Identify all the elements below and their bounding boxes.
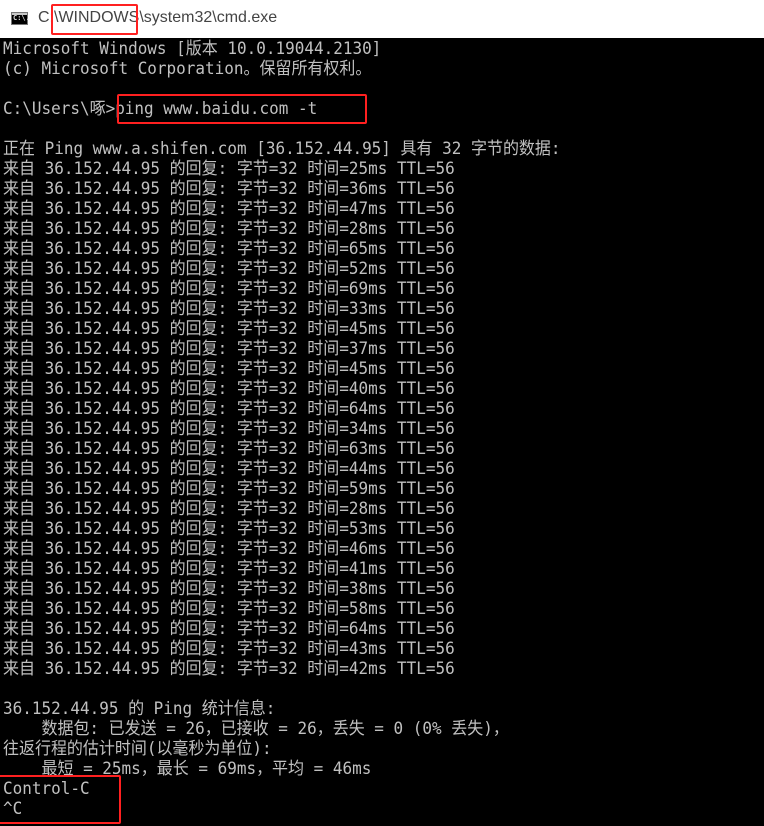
console-line: 来自 36.152.44.95 的回复: 字节=32 时间=64ms TTL=5… [3,399,455,419]
console-line: 来自 36.152.44.95 的回复: 字节=32 时间=25ms TTL=5… [3,159,455,179]
console-line: 来自 36.152.44.95 的回复: 字节=32 时间=36ms TTL=5… [3,179,455,199]
terminal-output[interactable]: Microsoft Windows [版本 10.0.19044.2130] (c… [0,38,764,826]
console-line: 来自 36.152.44.95 的回复: 字节=32 时间=59ms TTL=5… [3,479,455,499]
console-line: 数据包: 已发送 = 26，已接收 = 26，丢失 = 0 (0% 丢失)， [3,719,509,739]
console-line: 来自 36.152.44.95 的回复: 字节=32 时间=46ms TTL=5… [3,539,455,559]
command-highlight-box [117,94,367,124]
console-line: 来自 36.152.44.95 的回复: 字节=32 时间=45ms TTL=5… [3,359,455,379]
console-line: 来自 36.152.44.95 的回复: 字节=32 时间=28ms TTL=5… [3,219,455,239]
title-highlight-box [51,4,138,35]
console-line: 来自 36.152.44.95 的回复: 字节=32 时间=34ms TTL=5… [3,419,455,439]
console-line: 正在 Ping www.a.shifen.com [36.152.44.95] … [3,139,561,159]
console-line: Microsoft Windows [版本 10.0.19044.2130] [3,39,382,59]
console-line: 往返行程的估计时间(以毫秒为单位): [3,739,272,759]
console-line: 来自 36.152.44.95 的回复: 字节=32 时间=53ms TTL=5… [3,519,455,539]
title-bar[interactable]: C:\. C:\WINDOWS\system32\cmd.exe [0,0,764,38]
console-line: 来自 36.152.44.95 的回复: 字节=32 时间=37ms TTL=5… [3,339,455,359]
console-line: 来自 36.152.44.95 的回复: 字节=32 时间=33ms TTL=5… [3,299,455,319]
console-line: 来自 36.152.44.95 的回复: 字节=32 时间=65ms TTL=5… [3,239,455,259]
console-line: 来自 36.152.44.95 的回复: 字节=32 时间=47ms TTL=5… [3,199,455,219]
console-line: 来自 36.152.44.95 的回复: 字节=32 时间=64ms TTL=5… [3,619,455,639]
control-c-highlight-box [0,775,121,824]
console-line: 来自 36.152.44.95 的回复: 字节=32 时间=38ms TTL=5… [3,579,455,599]
console-line: 来自 36.152.44.95 的回复: 字节=32 时间=58ms TTL=5… [3,599,455,619]
console-line: 来自 36.152.44.95 的回复: 字节=32 时间=45ms TTL=5… [3,319,455,339]
console-line: 来自 36.152.44.95 的回复: 字节=32 时间=28ms TTL=5… [3,499,455,519]
console-line: 来自 36.152.44.95 的回复: 字节=32 时间=42ms TTL=5… [3,659,455,679]
console-line: 来自 36.152.44.95 的回复: 字节=32 时间=41ms TTL=5… [3,559,455,579]
console-line: 来自 36.152.44.95 的回复: 字节=32 时间=44ms TTL=5… [3,459,455,479]
console-line: 来自 36.152.44.95 的回复: 字节=32 时间=43ms TTL=5… [3,639,455,659]
cmd-app-icon[interactable]: C:\. [11,12,30,25]
console-line: (c) Microsoft Corporation。保留所有权利。 [3,59,372,79]
console-line: 来自 36.152.44.95 的回复: 字节=32 时间=52ms TTL=5… [3,259,455,279]
title-suffix: \system32\cmd.exe [139,9,278,26]
console-line: 来自 36.152.44.95 的回复: 字节=32 时间=40ms TTL=5… [3,379,455,399]
console-line: 来自 36.152.44.95 的回复: 字节=32 时间=63ms TTL=5… [3,439,455,459]
console-line: 36.152.44.95 的 Ping 统计信息: [3,699,276,719]
console-line: 来自 36.152.44.95 的回复: 字节=32 时间=69ms TTL=5… [3,279,455,299]
